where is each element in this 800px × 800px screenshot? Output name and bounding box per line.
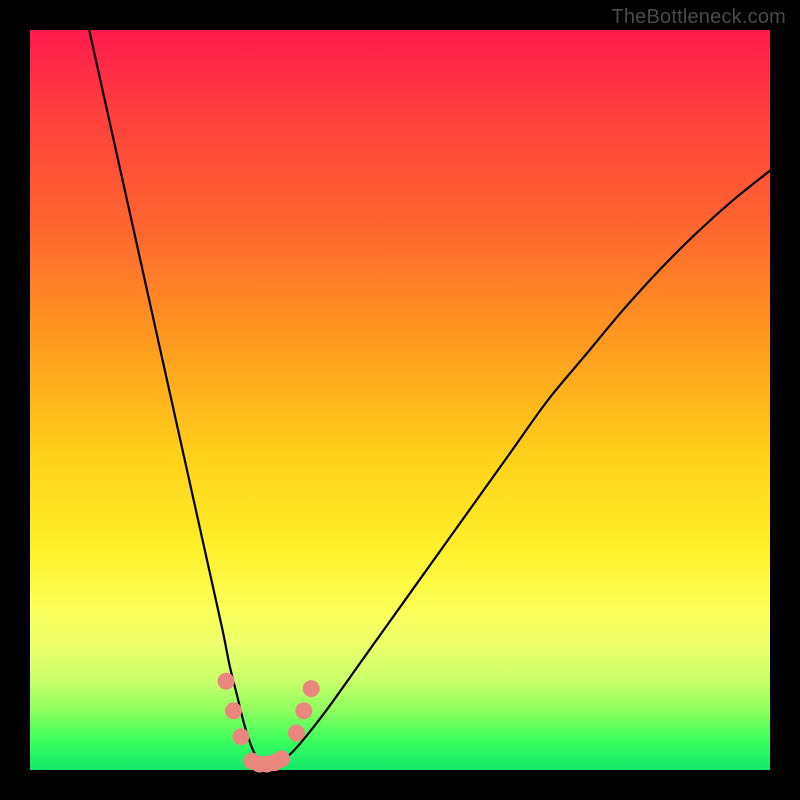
watermark-text: TheBottleneck.com bbox=[611, 6, 786, 29]
curve-layer bbox=[30, 30, 770, 770]
highlight-dot bbox=[218, 673, 235, 690]
highlight-dot bbox=[295, 702, 312, 719]
highlight-dots bbox=[218, 673, 320, 773]
plot-area bbox=[30, 30, 770, 770]
highlight-dot bbox=[288, 725, 305, 742]
highlight-dot bbox=[273, 750, 290, 767]
highlight-dot bbox=[225, 702, 242, 719]
highlight-dot bbox=[303, 680, 320, 697]
chart-frame: TheBottleneck.com bbox=[0, 0, 800, 800]
bottleneck-curve bbox=[89, 30, 770, 766]
highlight-dot bbox=[232, 728, 249, 745]
